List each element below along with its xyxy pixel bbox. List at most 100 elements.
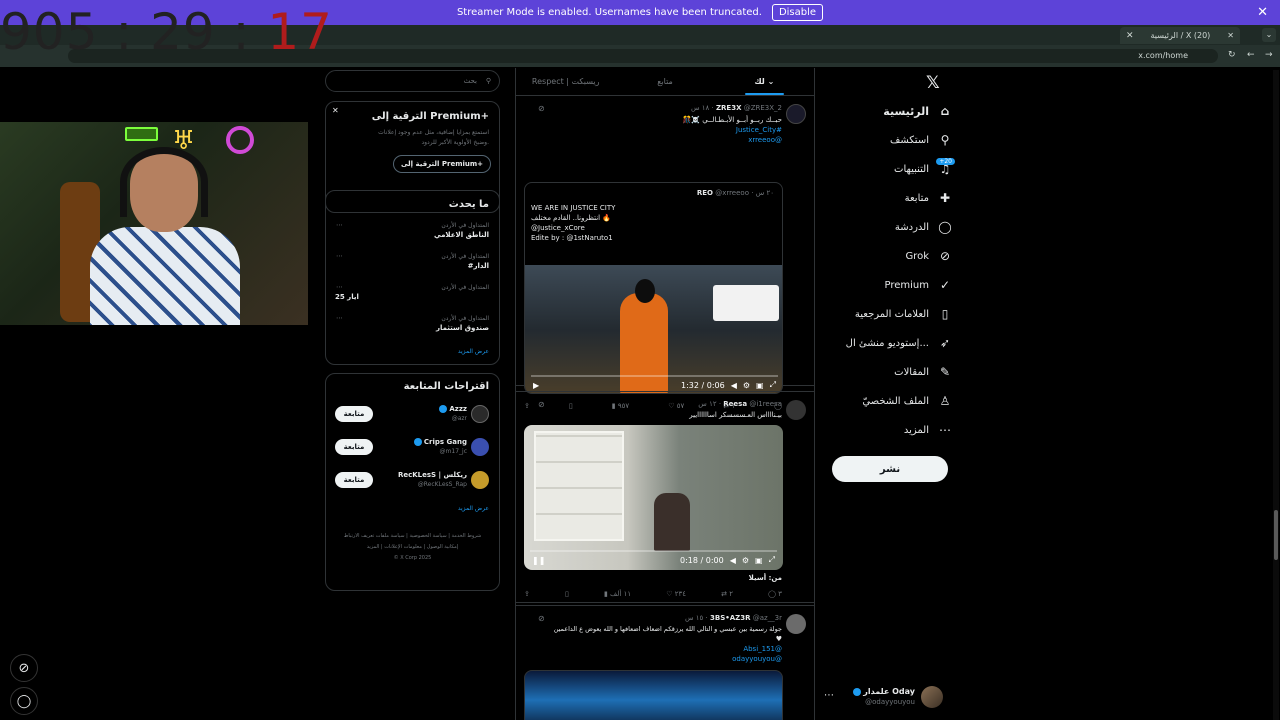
follow-button[interactable]: متابعة [335,472,373,488]
show-more-link[interactable]: عرض المزيد [458,505,489,512]
trend-name[interactable]: ايار 25 [335,293,359,301]
mention-link[interactable]: @xrreeoo [748,136,782,144]
volume-icon[interactable]: ◀ [731,381,737,390]
share-icon[interactable]: ⇪ [524,590,530,602]
disable-button[interactable]: Disable [771,4,824,21]
nav-explore[interactable]: استكشف ⚲ [890,129,953,151]
nav-creator-studio[interactable]: إستوديو منشئ ال... ➶ [846,332,953,354]
footer-link[interactable]: المزيد [367,544,380,550]
avatar[interactable] [786,614,806,634]
avatar[interactable] [471,438,489,456]
footer-link[interactable]: شروط الخدمة [452,533,482,539]
avatar[interactable] [786,400,806,420]
suggestion-name[interactable]: Crips Gang [412,438,467,446]
nav-profile[interactable]: الملف الشخصيّ ♙ [862,390,953,412]
x-logo-icon[interactable]: 𝕏 [926,73,940,93]
grok-icon[interactable]: ⊘ [538,104,545,113]
views-count[interactable]: ▮ ١١ ألف [604,590,631,602]
tweet-author[interactable]: ZRE3X [716,104,742,112]
trend-name[interactable]: الناطق الاعلامي [434,231,489,239]
footer-link[interactable]: معلومات الإعلانات [384,544,422,550]
volume-icon[interactable]: ◀ [730,556,736,565]
nav-articles[interactable]: المقالات ✎ [894,361,953,383]
tab-close-icon[interactable]: ✕ [1126,31,1134,41]
fullscreen-icon[interactable]: ⤢ [770,380,776,390]
avatar[interactable] [471,405,489,423]
tab-label: لك [754,77,765,86]
suggestion-name[interactable]: RecKLesS | ريكلس [398,471,467,479]
avatar[interactable] [471,471,489,489]
nav-chat[interactable]: الدردشة ◯ [895,216,953,238]
more-icon[interactable]: ⋯ [824,690,834,701]
mention-link[interactable]: @Absi_151 [743,645,782,653]
tweet[interactable]: ZRE3X @ZRE3X_2 · ١٨ س ⊘ حبــك ربــو أبــ… [516,96,814,410]
back-icon[interactable]: ← [1247,50,1255,60]
nav-premium[interactable]: Premium ✓ [885,274,954,296]
upgrade-premium-button[interactable]: الترقية إلى Premium+ [393,155,491,173]
play-icon[interactable]: ▶ [533,381,539,390]
retweet-button[interactable]: ⇄ ٢ [721,590,733,602]
account-switcher[interactable]: علمدار Oday @odayyouyou ⋯ [822,684,947,710]
nav-more[interactable]: المزيد ⋯ [904,419,953,441]
pause-icon[interactable]: ❚❚ [532,556,545,565]
nav-notifications[interactable]: التنبيهات ♫ +20 [894,158,955,180]
messages-float-icon[interactable]: ◯ [10,687,38,715]
tab-respect[interactable]: Respect | ريسبكت [516,68,615,95]
tweet-author[interactable]: 3BS•AZ3R [710,614,750,622]
mention-link[interactable]: @odayyouyou [732,655,782,663]
nav-home[interactable]: الرئيسية ⌂ [883,100,953,122]
follow-button[interactable]: متابعة [335,439,373,455]
trend-more-icon[interactable]: ⋯ [336,283,343,291]
follow-title: اقتراحات المتابعة [403,381,489,392]
suggestion-name[interactable]: Azzz [437,405,467,413]
premium-body-2: وضبخ الأولوية الأكبر للردود. [421,139,489,146]
settings-icon[interactable]: ⚙ [742,556,749,565]
grok-icon[interactable]: ⊘ [538,400,545,409]
nav-grok[interactable]: Grok ⊘ [905,245,953,267]
scrollbar-thumb[interactable] [1274,510,1278,560]
post-button[interactable]: نشر [832,456,948,482]
bookmark-icon[interactable]: ▯ [565,590,569,602]
pip-icon[interactable]: ▣ [756,381,764,390]
close-icon[interactable]: ✕ [1257,5,1268,20]
video-player[interactable]: ▶ 1:32 / 0:06 ◀ ⚙ ▣ ⤢ [525,265,782,393]
tweet[interactable]: 3BS•AZ3R @az__3r · ١٥ س ⊘ جولة رسمية بين… [516,605,814,720]
nav-follow[interactable]: متابعة ✚ [905,187,953,209]
tweet-time: ١٢ س [698,400,717,408]
footer-link[interactable]: سياسة ملفات تعريف الارتباط [344,533,405,539]
trend-name[interactable]: #الدار [468,262,489,270]
grok-float-icon[interactable]: ⊘ [10,654,38,682]
avatar[interactable] [786,104,806,124]
forward-icon[interactable]: → [1265,50,1273,60]
reply-button[interactable]: ◯ ٣ [768,590,782,602]
like-button[interactable]: ♡ ٢٣٤ [666,590,686,602]
footer-link[interactable]: إمكانية الوصول [427,544,458,550]
tab-following[interactable]: متابع [615,68,714,95]
quoted-tweet[interactable]: REO @xrreeoo · ٢٠ س WE ARE IN JUSTICE CI… [524,182,783,394]
settings-icon[interactable]: ⚙ [743,381,750,390]
trend-name[interactable]: صندوق استثمار [436,324,489,332]
footer-link[interactable]: سياسة الخصوصية [409,533,446,539]
nav-bookmarks[interactable]: العلامات المرجعية ▯ [855,303,953,325]
reload-icon[interactable]: ↻ [1228,50,1236,60]
grok-icon[interactable]: ⊘ [538,614,545,623]
search-input[interactable]: بحث ⚲ [325,70,500,92]
follow-button[interactable]: متابعة [335,406,373,422]
browser-tab[interactable]: ✕ الرئيسية / X (20) ✕ [1120,27,1240,44]
video-player[interactable]: ❚❚ 0:18 / 0:00 ◀ ⚙ ▣ ⤢ [524,425,783,570]
tab-for-you[interactable]: لك ⌄ [715,68,814,95]
trend-more-icon[interactable]: ⋯ [336,252,343,260]
tweet-author[interactable]: Reesa [723,400,747,408]
hashtag-link[interactable]: #Justice_City [736,126,782,134]
trend-more-icon[interactable]: ⋯ [336,221,343,229]
close-icon[interactable]: ✕ [332,106,339,115]
tab-menu-icon[interactable]: ⌄ [1262,28,1276,42]
fullscreen-icon[interactable]: ⤢ [769,555,775,565]
tweet[interactable]: Reesa @i1reesa · ١٢ س ⊘ بيـنااااس العـسس… [516,391,814,603]
pip-icon[interactable]: ▣ [755,556,763,565]
trend-more-icon[interactable]: ⋯ [336,314,343,322]
search-icon: ⚲ [485,77,491,85]
page-scrollbar[interactable] [1273,70,1279,720]
show-more-link[interactable]: عرض المزيد [458,348,489,355]
tweet-image[interactable] [524,670,783,720]
